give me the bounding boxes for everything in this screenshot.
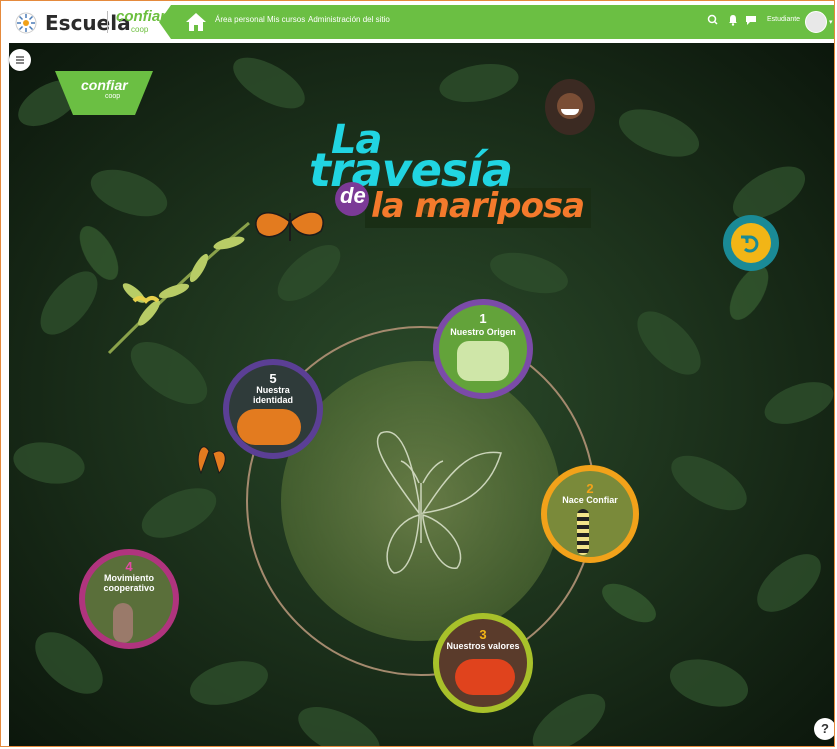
page-frame: Escuela confiar coop Área personal Mis c… xyxy=(0,0,835,747)
confiar-side-logo: confiar coop xyxy=(55,71,153,115)
menu-icon xyxy=(16,56,24,64)
search-icon[interactable] xyxy=(706,13,720,27)
stage-3-label: Nuestros valores xyxy=(446,641,520,651)
confiar-brand-logo: confiar xyxy=(116,8,167,25)
caterpillar-photo xyxy=(577,509,589,555)
stage-5-nuestra-identidad[interactable]: 5 Nuestra identidad xyxy=(223,359,323,459)
reset-icon xyxy=(741,235,759,253)
stage-3-nuestros-valores[interactable]: 3 Nuestros valores xyxy=(433,613,533,713)
nav-mis-cursos[interactable]: Mis cursos xyxy=(267,15,305,24)
confiar-brand-sub: coop xyxy=(131,25,149,34)
chrysalis-photo xyxy=(113,603,133,643)
course-map-canvas: confiar coop La travesía de la mariposa … xyxy=(9,43,834,746)
flowers-photo xyxy=(455,659,515,695)
side-logo-sub: coop xyxy=(105,93,121,100)
stage-1-nuestro-origen[interactable]: 1 Nuestro Origen xyxy=(433,299,533,399)
help-button[interactable]: ? xyxy=(814,718,834,740)
title-line-3: la mariposa xyxy=(371,186,585,226)
title-connector: de xyxy=(340,183,366,208)
help-icon: ? xyxy=(821,721,829,736)
stage-2-number: 2 xyxy=(586,481,594,496)
stage-5-number: 5 xyxy=(269,371,277,386)
reset-button[interactable] xyxy=(723,215,779,271)
chevron-down-icon[interactable]: ▾ xyxy=(829,18,833,26)
user-avatar[interactable] xyxy=(805,11,827,33)
escuela-logo-icon xyxy=(15,12,37,34)
top-navbar: Escuela confiar coop Área personal Mis c… xyxy=(1,1,834,43)
bell-icon[interactable] xyxy=(726,13,740,27)
brand[interactable]: Escuela confiar coop xyxy=(1,1,171,43)
user-name[interactable]: Estudiante xyxy=(767,16,800,23)
stage-1-label: Nuestro Origen xyxy=(450,327,516,337)
home-icon[interactable] xyxy=(183,10,209,34)
chat-icon[interactable] xyxy=(744,13,758,27)
stage-5-label: Nuestra identidad xyxy=(253,385,293,405)
side-logo-text: confiar xyxy=(81,77,128,93)
eggs-photo xyxy=(457,341,509,381)
drawer-toggle-button[interactable] xyxy=(9,49,31,71)
stage-1-number: 1 xyxy=(479,311,487,326)
brand-divider xyxy=(107,11,108,33)
collage-photo xyxy=(545,79,595,135)
stage-2-label: Nace Confiar xyxy=(562,495,618,505)
stage-4-label: Movimiento cooperativo xyxy=(103,573,155,593)
butterfly-photo xyxy=(237,409,301,445)
stage-2-nace-confiar[interactable]: 2 Nace Confiar xyxy=(541,465,639,563)
nav-administracion-sitio[interactable]: Administración del sitio xyxy=(308,15,390,24)
stage-4-movimiento-cooperativo[interactable]: 4 Movimiento cooperativo xyxy=(79,549,179,649)
stage-4-number: 4 xyxy=(125,559,133,574)
stage-3-number: 3 xyxy=(479,627,487,642)
nav-area-personal[interactable]: Área personal xyxy=(215,15,265,24)
